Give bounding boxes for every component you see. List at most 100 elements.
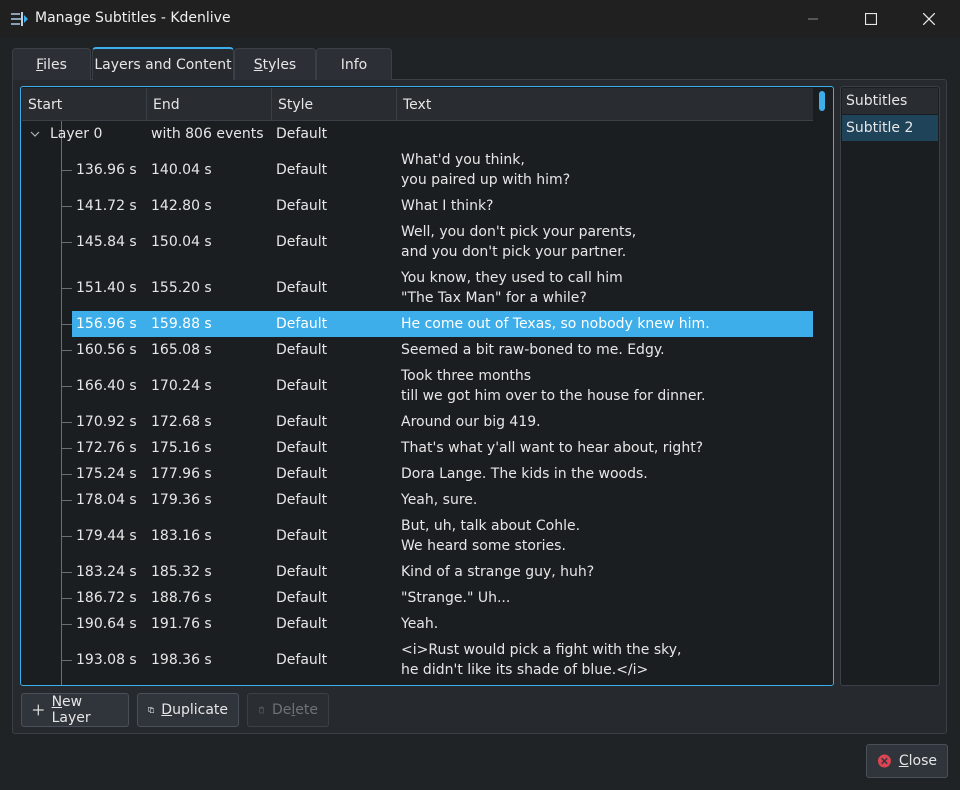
table-row[interactable]: 172.76 s 175.16 s Default That's what y'all… [22,435,813,461]
close-label: Close [899,753,937,769]
table-row[interactable]: 190.64 s 191.76 s Default Yeah. [22,611,813,637]
cell-text: But, uh, talk about Cohle. We heard some … [401,513,580,559]
cell-end: 198.36 s [151,652,212,668]
layer-events: with 806 events [151,126,264,142]
subtitle-events-tree[interactable]: Start End Style Text Layer 0 with 806 ev… [20,86,834,686]
table-row[interactable]: 141.72 s 142.80 s Default What I think? [22,193,813,219]
header-text[interactable]: Text [397,88,813,121]
tab-files[interactable]: Files [12,48,91,80]
tab-styles[interactable]: Styles [234,48,316,80]
cell-end: 140.04 s [151,162,212,178]
minimize-button[interactable] [784,0,842,38]
cell-text-line: "Strange." Uh... [401,590,511,606]
tree-branch-line [62,242,72,243]
header-start[interactable]: Start [22,88,147,121]
table-row[interactable]: 145.84 s 150.04 s Default Well, you don't p… [22,219,813,265]
delete-suffix: ete [295,702,318,718]
close-circle-icon [877,754,891,768]
tree-branch-line [62,324,72,325]
subtitles-list[interactable]: Subtitles Subtitle 2 [840,86,940,686]
close-window-button[interactable] [900,0,958,38]
cell-end: 170.24 s [151,378,212,394]
layer-name: Layer 0 [50,126,103,142]
maximize-button[interactable] [842,0,900,38]
tab-layers-label: Layers and Content [94,56,232,73]
table-row[interactable]: 156.96 s 159.88 s Default He come out of Te… [22,311,813,337]
chevron-down-icon[interactable] [28,121,42,147]
table-row[interactable]: 170.92 s 172.68 s Default Around our big 41… [22,409,813,435]
cell-text-line: "The Tax Man" for a while? [401,290,587,306]
cell-text-line: You know, they used to call him [401,270,623,286]
tab-styles-mnemonic: S [253,56,263,73]
cell-style: Default [276,466,328,482]
cell-start: 145.84 s [76,234,137,250]
cell-text: You know, they used to call him "The Tax … [401,265,623,311]
cell-text: Yeah, sure. [401,487,477,513]
cell-start: 141.72 s [76,198,137,214]
close-button[interactable]: Close [866,744,948,778]
duplicate-label: Duplicate [161,702,228,718]
table-row[interactable]: 186.72 s 188.76 s Default "Strange." Uh... [22,585,813,611]
cell-text-line: Yeah, sure. [401,492,478,508]
cell-start: 172.76 s [76,440,137,456]
scrollbar-thumb[interactable] [819,91,825,111]
table-row[interactable]: 179.44 s 183.16 s Default But, uh, talk abo… [22,513,813,559]
cell-text-line: till we got him over to the house for di… [401,388,706,404]
cell-start: 170.92 s [76,414,137,430]
tree-branch-line [62,660,72,661]
close-icon [923,13,935,25]
tree-branch-line [62,474,72,475]
cell-end: 185.32 s [151,564,212,580]
cell-style: Default [276,564,328,580]
cell-text: Well, you don't pick your parents, and yo… [401,219,636,265]
vertical-scrollbar[interactable] [814,88,833,685]
header-style[interactable]: Style [272,88,397,121]
minimize-icon [808,18,818,20]
tab-info[interactable]: Info [316,48,392,80]
table-row[interactable]: 183.24 s 185.32 s Default Kind of a strange… [22,559,813,585]
cell-text-line: Yeah. [401,616,439,632]
duplicate-rest: uplicate [172,702,228,718]
table-row[interactable]: 136.96 s 140.04 s Default What'd you think,… [22,147,813,193]
cell-start: 166.40 s [76,378,137,394]
cell-start: 183.24 s [76,564,137,580]
table-row[interactable]: 178.04 s 179.36 s Default Yeah, sure. [22,487,813,513]
table-row[interactable]: 151.40 s 155.20 s Default You know, they us… [22,265,813,311]
cell-start: 178.04 s [76,492,137,508]
cell-end: 179.36 s [151,492,212,508]
cell-text: What'd you think, you paired up with him? [401,147,570,193]
title-bar: Manage Subtitles - Kdenlive [0,0,960,38]
duplicate-icon [148,707,155,713]
table-row[interactable]: 160.56 s 165.08 s Default Seemed a bit raw-… [22,337,813,363]
cell-end: 159.88 s [151,316,212,332]
table-row[interactable]: 175.24 s 177.96 s Default Dora Lange. The k… [22,461,813,487]
cell-end: 188.76 s [151,590,212,606]
cell-text: Took three months till we got him over to… [401,363,705,409]
layer-row[interactable]: Layer 0 with 806 events Default [22,121,813,147]
delete-button[interactable]: Delete [247,693,329,727]
tab-files-label: Files [36,57,67,73]
cell-text: Seemed a bit raw-boned to me. Edgy. [401,337,665,363]
tree-branch-line [62,572,72,573]
tree-branch-line [62,598,72,599]
header-end[interactable]: End [147,88,272,121]
trash-icon [258,706,264,714]
cell-end: 191.76 s [151,616,212,632]
cell-style: Default [276,280,328,296]
cell-text: "Strange." Uh... [401,585,510,611]
new-layer-button[interactable]: New Layer [21,693,129,727]
cell-style: Default [276,198,328,214]
cell-text-line: and you don't pick your partner. [401,244,627,260]
tab-layers-and-content[interactable]: Layers and Content [92,47,234,80]
close-mnemonic: C [898,753,909,769]
cell-start: 193.08 s [76,652,137,668]
table-row[interactable]: 193.08 s 198.36 s Default <i>Rust would pic… [22,637,813,683]
subtitle-list-item[interactable]: Subtitle 2 [842,115,938,141]
duplicate-button[interactable]: Duplicate [137,693,239,727]
cell-text-line: Seemed a bit raw-boned to me. Edgy. [401,342,665,358]
cell-start: 136.96 s [76,162,137,178]
tree-branch-line [62,422,72,423]
cell-text: What I think? [401,193,493,219]
table-row[interactable]: 166.40 s 170.24 s Default Took three months… [22,363,813,409]
cell-end: 150.04 s [151,234,212,250]
